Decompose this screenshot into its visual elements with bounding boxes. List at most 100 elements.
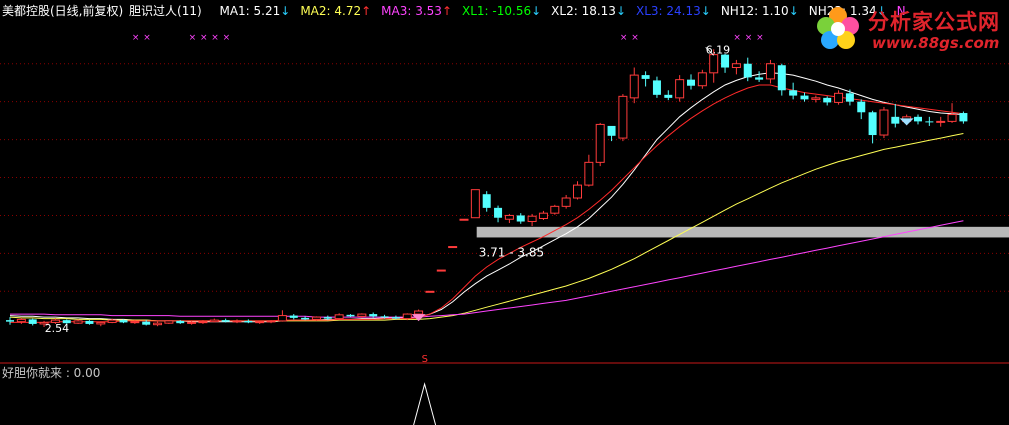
candle-body (504, 214, 514, 220)
candle (595, 122, 605, 167)
candle-body (823, 97, 832, 103)
price-chart: × × × × × × × × × × × 6.19 2.54 3.71 - 3.85 S (0, 33, 1009, 425)
range-label: 3.71 - 3.85 (479, 245, 544, 259)
candle (879, 106, 889, 139)
indicator-arrow-icon: ↓ (615, 4, 626, 18)
candle-body (425, 290, 435, 293)
candle (891, 103, 900, 128)
candle-body (777, 65, 786, 91)
candle-body (573, 184, 582, 199)
candle (664, 90, 673, 101)
candle-body (721, 54, 730, 68)
candle-body (221, 320, 230, 322)
candle-body (561, 197, 571, 207)
candle-body (709, 54, 719, 74)
x-mark: × (620, 33, 628, 43)
candle (459, 218, 469, 221)
candle (16, 317, 26, 324)
candle (209, 318, 219, 323)
candle-body (16, 318, 26, 323)
candle-body (527, 215, 537, 223)
logo-title: 分析家公式网 (868, 10, 1000, 34)
candle-body (28, 319, 37, 324)
candle (777, 63, 786, 96)
candle-body (538, 212, 548, 219)
candle-body (346, 314, 355, 317)
indicator-arrow-icon: ↑ (441, 4, 453, 18)
candle (687, 74, 695, 90)
indicator-arrow-icon: ↑ (361, 4, 372, 18)
candle (448, 246, 458, 249)
candle (641, 71, 650, 87)
candle-body (436, 269, 446, 272)
candle (936, 116, 946, 127)
stock-label: 美都控股(日线,前复权) (2, 4, 124, 18)
candle-body (834, 92, 844, 103)
candle (538, 210, 548, 220)
x-mark: × (189, 33, 197, 43)
candle (244, 319, 253, 324)
high-price-label: 6.19 (706, 43, 731, 56)
candle-body (142, 321, 151, 325)
candle (153, 321, 163, 327)
candle (857, 99, 866, 120)
candle-body (914, 116, 922, 122)
candle-body (244, 320, 253, 323)
signal-diamond-icon (899, 118, 914, 126)
candle-body (369, 314, 378, 317)
candle (73, 319, 83, 324)
candle (573, 181, 582, 200)
candlesticks (6, 49, 968, 327)
candle (823, 96, 832, 106)
candle (584, 154, 594, 187)
candle (765, 59, 775, 84)
candle (436, 269, 446, 272)
indicator-5: XL3: 24.13↓ (636, 4, 711, 18)
candle (697, 69, 707, 89)
candle (629, 67, 639, 104)
chart-header: 美都控股(日线,前复权) 胆识过人(11) MA1: 5.21↓ MA2: 4.7… (2, 3, 918, 19)
candle (925, 116, 934, 126)
candle-body (289, 315, 298, 318)
x-mark: × (143, 33, 151, 43)
candle-body (697, 72, 707, 87)
candle-body (891, 116, 900, 124)
candle-body (232, 320, 242, 323)
x-mark: × (756, 33, 764, 43)
candle-body (107, 319, 117, 323)
candle (800, 92, 809, 102)
candle-body (687, 79, 695, 86)
candle (482, 191, 491, 212)
candle-body (936, 120, 946, 123)
candle (618, 94, 628, 142)
candle (28, 318, 37, 326)
candle-body (266, 320, 276, 323)
candle (470, 189, 480, 219)
candle-body (380, 316, 389, 318)
candle (494, 205, 503, 223)
candle (504, 213, 514, 224)
candle-body (391, 317, 400, 319)
candle-body (868, 112, 877, 136)
candle-body (73, 320, 83, 324)
candle-body (857, 101, 866, 113)
indicator-arrow-icon: ↓ (280, 4, 291, 18)
x-mark: × (211, 33, 219, 43)
x-mark: × (745, 33, 753, 43)
sub-indicator-spike (413, 382, 437, 425)
candle (914, 114, 922, 125)
candle (607, 125, 616, 142)
candle-body (311, 316, 321, 320)
indicator-0: MA1: 5.21↓ (219, 4, 291, 18)
x-mark: × (200, 33, 208, 43)
candle-body (494, 207, 503, 218)
candle-body (301, 317, 310, 320)
candle-body (357, 313, 367, 317)
candle-body (153, 322, 163, 326)
candle (811, 95, 821, 103)
candle (334, 313, 344, 320)
candle-body (255, 321, 265, 324)
candle-body (641, 75, 650, 79)
candle-body (947, 114, 957, 122)
indicator-4: XL2: 18.13↓ (551, 4, 626, 18)
